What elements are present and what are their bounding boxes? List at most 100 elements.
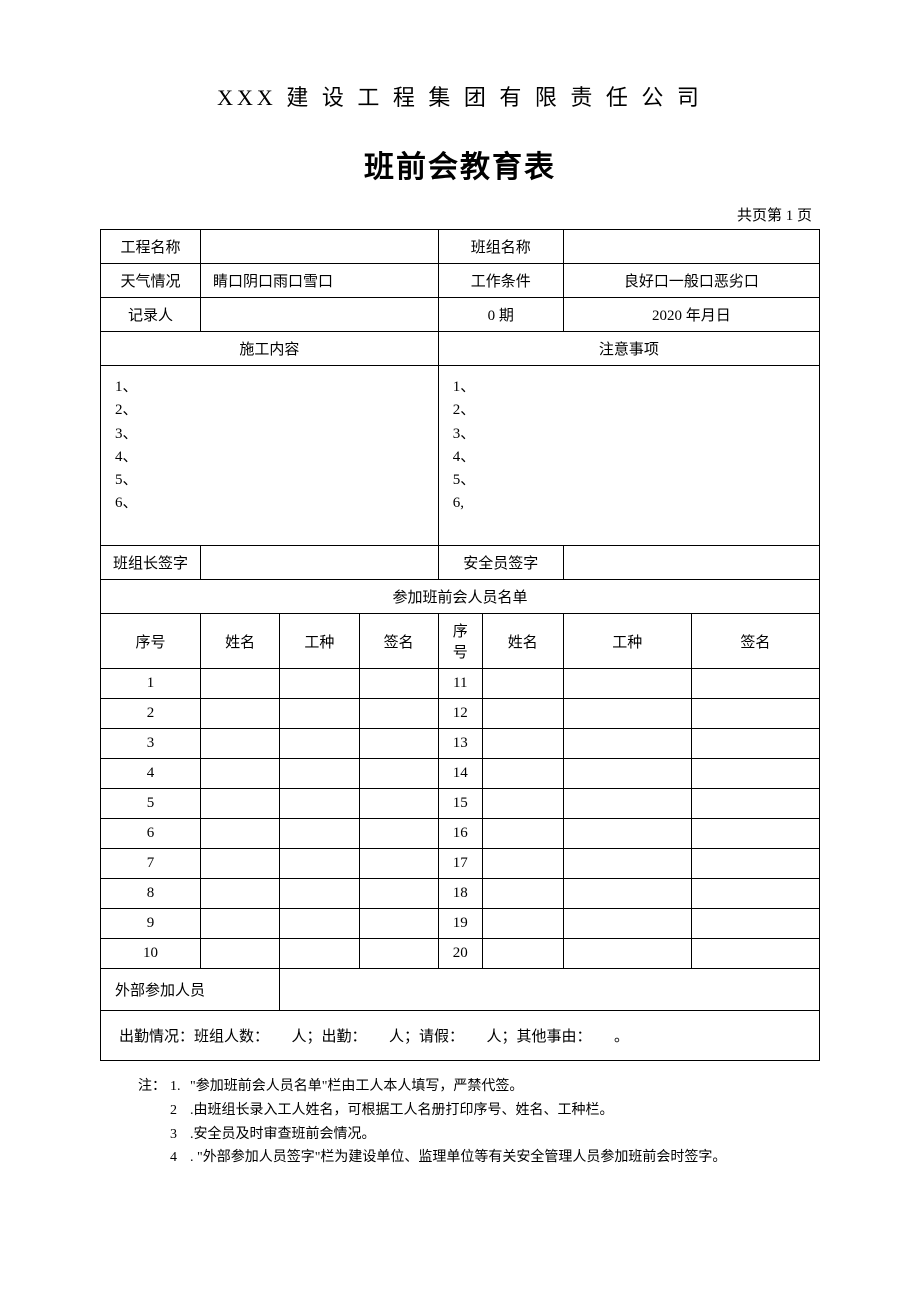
table-cell[interactable] <box>563 729 691 759</box>
note-3: .安全员及时审查班前会情况。 <box>190 1123 376 1147</box>
precautions-header: 注意事项 <box>438 332 819 366</box>
note-num-3: 3 <box>170 1123 190 1147</box>
table-cell[interactable] <box>359 849 438 879</box>
construction-content[interactable]: 1、 2、 3、 4、 5、 6、 <box>101 366 439 546</box>
col-seq-left: 序号 <box>101 614 201 669</box>
table-cell[interactable] <box>359 759 438 789</box>
table-cell[interactable] <box>280 879 359 909</box>
table-cell[interactable] <box>691 939 819 969</box>
table-cell[interactable] <box>280 849 359 879</box>
row-num: 1 <box>101 669 201 699</box>
note-4: . "外部参加人员签字"栏为建设单位、监理单位等有关安全管理人员参加班前会时签字… <box>190 1146 726 1170</box>
table-cell[interactable] <box>201 699 280 729</box>
table-cell[interactable] <box>201 819 280 849</box>
table-cell[interactable] <box>691 699 819 729</box>
notes-prefix: 注： <box>122 1075 170 1099</box>
table-cell[interactable] <box>691 789 819 819</box>
table-cell[interactable] <box>563 849 691 879</box>
col-seq-right: 序号 <box>438 614 482 669</box>
note-2: .由班组长录入工人姓名，可根据工人名册打印序号、姓名、工种栏。 <box>190 1099 614 1123</box>
table-cell[interactable] <box>563 909 691 939</box>
table-cell[interactable] <box>280 939 359 969</box>
table-cell[interactable] <box>482 879 563 909</box>
table-cell[interactable] <box>563 759 691 789</box>
leader-sign-value[interactable] <box>201 546 439 580</box>
table-cell[interactable] <box>482 909 563 939</box>
col-name-right: 姓名 <box>482 614 563 669</box>
table-cell[interactable] <box>482 819 563 849</box>
table-cell[interactable] <box>482 789 563 819</box>
table-cell[interactable] <box>482 699 563 729</box>
row-num: 10 <box>101 939 201 969</box>
col-sign-right: 签名 <box>691 614 819 669</box>
table-cell[interactable] <box>201 909 280 939</box>
table-cell[interactable] <box>563 789 691 819</box>
table-cell[interactable] <box>482 729 563 759</box>
table-cell[interactable] <box>482 849 563 879</box>
precaution-items: 1、 2、 3、 4、 5、 6, <box>453 376 805 516</box>
table-cell[interactable] <box>482 669 563 699</box>
table-cell[interactable] <box>201 669 280 699</box>
recorder-label: 记录人 <box>101 298 201 332</box>
page-info: 共页第 1 页 <box>100 204 820 225</box>
row-num: 3 <box>101 729 201 759</box>
table-cell[interactable] <box>201 759 280 789</box>
table-cell[interactable] <box>359 669 438 699</box>
project-name-value[interactable] <box>201 230 439 264</box>
table-cell[interactable] <box>359 939 438 969</box>
table-cell[interactable] <box>280 729 359 759</box>
table-cell[interactable] <box>280 699 359 729</box>
table-cell[interactable] <box>691 819 819 849</box>
row-num: 12 <box>438 699 482 729</box>
table-cell[interactable] <box>280 909 359 939</box>
note-num-2: 2 <box>170 1099 190 1123</box>
note-num-4: 4 <box>170 1146 190 1170</box>
table-cell[interactable] <box>691 759 819 789</box>
table-cell[interactable] <box>482 759 563 789</box>
table-cell[interactable] <box>359 789 438 819</box>
col-worktype-right: 工种 <box>563 614 691 669</box>
table-cell[interactable] <box>563 669 691 699</box>
table-cell[interactable] <box>359 729 438 759</box>
table-cell[interactable] <box>359 699 438 729</box>
construction-header: 施工内容 <box>101 332 439 366</box>
recorder-value[interactable] <box>201 298 439 332</box>
table-cell[interactable] <box>359 909 438 939</box>
attendance-text[interactable]: 出勤情况：班组人数： 人；出勤： 人；请假： 人；其他事由： 。 <box>101 1011 820 1061</box>
project-name-label: 工程名称 <box>101 230 201 264</box>
col-name-left: 姓名 <box>201 614 280 669</box>
table-cell[interactable] <box>563 939 691 969</box>
table-cell[interactable] <box>359 879 438 909</box>
table-cell[interactable] <box>359 819 438 849</box>
external-label: 外部参加人员 <box>101 969 280 1011</box>
safety-sign-value[interactable] <box>563 546 819 580</box>
table-cell[interactable] <box>691 879 819 909</box>
row-num: 17 <box>438 849 482 879</box>
form-title: 班前会教育表 <box>100 142 820 186</box>
table-cell[interactable] <box>563 819 691 849</box>
table-cell[interactable] <box>201 849 280 879</box>
table-cell[interactable] <box>563 699 691 729</box>
table-cell[interactable] <box>280 669 359 699</box>
team-name-value[interactable] <box>563 230 819 264</box>
work-cond-value[interactable]: 良好口一般口恶劣口 <box>563 264 819 298</box>
table-cell[interactable] <box>280 759 359 789</box>
table-cell[interactable] <box>201 879 280 909</box>
table-cell[interactable] <box>691 849 819 879</box>
table-cell[interactable] <box>563 879 691 909</box>
table-cell[interactable] <box>201 939 280 969</box>
external-value[interactable] <box>280 969 820 1011</box>
table-cell[interactable] <box>201 789 280 819</box>
date-value[interactable]: 2020 年月日 <box>563 298 819 332</box>
table-cell[interactable] <box>691 669 819 699</box>
row-num: 9 <box>101 909 201 939</box>
table-cell[interactable] <box>280 819 359 849</box>
table-cell[interactable] <box>691 909 819 939</box>
weather-value[interactable]: 睛口阴口雨口雪口 <box>201 264 439 298</box>
table-cell[interactable] <box>280 789 359 819</box>
precautions-content[interactable]: 1、 2、 3、 4、 5、 6, <box>438 366 819 546</box>
row-num: 15 <box>438 789 482 819</box>
table-cell[interactable] <box>201 729 280 759</box>
table-cell[interactable] <box>691 729 819 759</box>
table-cell[interactable] <box>482 939 563 969</box>
